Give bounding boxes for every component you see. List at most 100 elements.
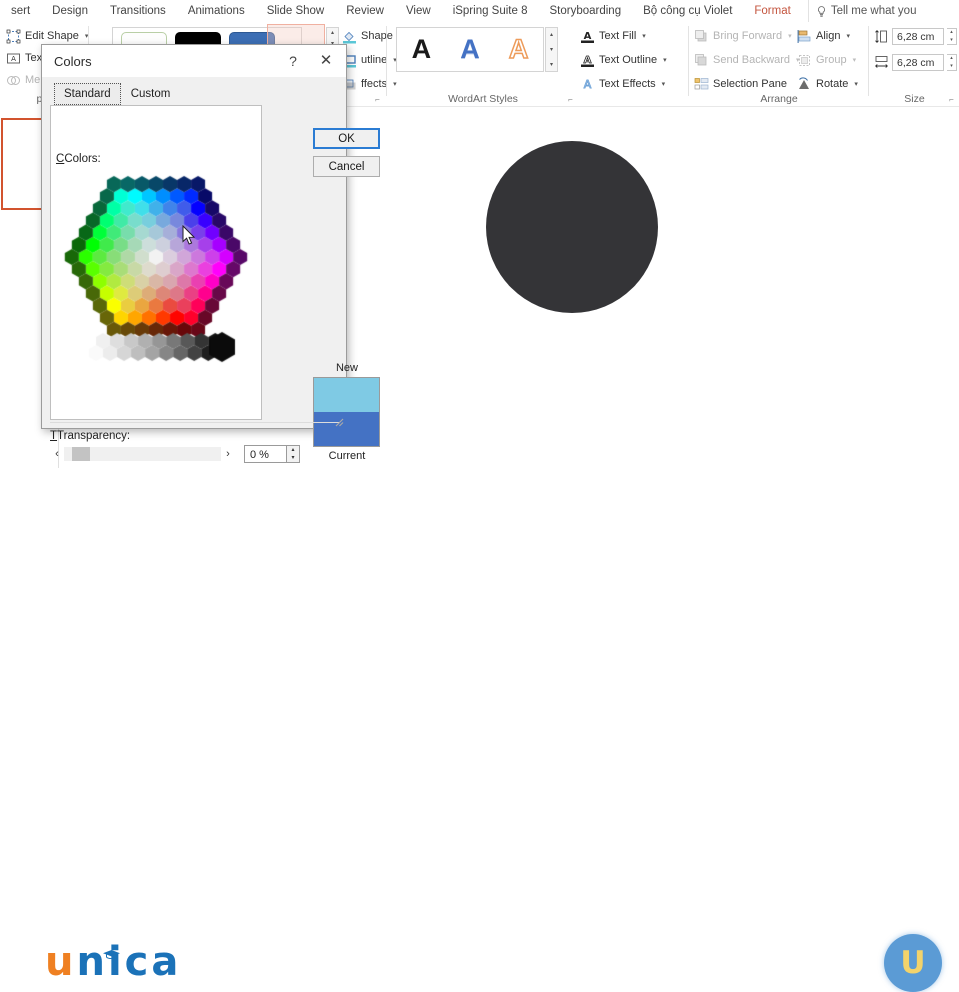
- stepper-down-icon[interactable]: ▾: [947, 37, 956, 45]
- ribbon-group-wordart-styles: A A A ▴ ▾ ▾ WordArt Styles ⌐: [388, 22, 578, 106]
- size-dialog-launcher[interactable]: ⌐: [947, 95, 956, 104]
- close-icon[interactable]: ✕: [316, 52, 336, 70]
- bring-forward-button[interactable]: Bring Forward ▾: [694, 26, 800, 46]
- rotate-button[interactable]: Rotate ▾: [797, 74, 858, 94]
- tab-transitions[interactable]: Transitions: [99, 0, 177, 22]
- wordart-gallery[interactable]: A A A: [396, 27, 544, 72]
- hexagon-canvas[interactable]: [54, 175, 259, 340]
- help-icon[interactable]: ?: [284, 52, 302, 70]
- current-color-swatch: [314, 412, 379, 446]
- merge-shapes-button[interactable]: Mer: [6, 70, 44, 90]
- color-preview: [313, 377, 380, 447]
- dialog-divider: [50, 422, 340, 423]
- tab-violet-toolkit[interactable]: Bộ công cụ Violet: [632, 0, 743, 22]
- powerpoint-window: sert Design Transitions Animations Slide…: [0, 0, 959, 528]
- tab-format[interactable]: Format: [743, 0, 801, 22]
- tab-storyboarding[interactable]: Storyboarding: [538, 0, 632, 22]
- colors-label: CColors:: [56, 153, 101, 165]
- wordart-style-option-1[interactable]: A: [412, 36, 432, 63]
- scroll-more-icon[interactable]: ▾: [546, 58, 557, 73]
- unica-logo-rest: nica: [76, 939, 181, 985]
- slider-right-arrow-icon[interactable]: ›: [221, 448, 235, 460]
- stepper-down-icon[interactable]: ▾: [947, 63, 956, 71]
- tell-me-placeholder: Tell me what you: [831, 5, 917, 17]
- selection-pane-button[interactable]: Selection Pane: [694, 74, 800, 94]
- text-effects-icon: A: [580, 77, 595, 92]
- transparency-stepper[interactable]: ▴ ▾: [286, 445, 300, 463]
- shape-width-input[interactable]: 6,28 cm: [892, 54, 944, 71]
- stepper-up-icon[interactable]: ▴: [287, 446, 299, 454]
- svg-text:A: A: [584, 55, 592, 66]
- transparency-input[interactable]: 0 %: [244, 445, 287, 463]
- shape-styles-dialog-launcher[interactable]: ⌐: [373, 95, 382, 104]
- shape-width-stepper[interactable]: ▴▾: [947, 54, 957, 71]
- align-button[interactable]: Align ▾: [797, 26, 858, 46]
- wordart-dialog-launcher[interactable]: ⌐: [566, 95, 575, 104]
- text-outline-button[interactable]: A Text Outline ▾: [580, 50, 667, 70]
- group-divider: [868, 26, 869, 96]
- cancel-button[interactable]: Cancel: [313, 156, 380, 177]
- tab-review[interactable]: Review: [335, 0, 395, 22]
- chevron-down-icon: ▾: [663, 56, 667, 64]
- slider-track[interactable]: [64, 447, 221, 461]
- unica-badge-letter: U: [900, 948, 925, 979]
- tell-me-search[interactable]: Tell me what you: [808, 0, 917, 22]
- tab-ispring-suite[interactable]: iSpring Suite 8: [442, 0, 539, 22]
- new-color-swatch: [314, 378, 379, 412]
- group-divider: [386, 26, 387, 96]
- lightbulb-icon: [817, 6, 826, 17]
- tab-animations[interactable]: Animations: [177, 0, 256, 22]
- text-fill-button[interactable]: A Text Fill ▾: [580, 26, 667, 46]
- dialog-tabs: Standard Custom: [54, 83, 180, 105]
- send-backward-icon: [694, 53, 709, 68]
- graduation-cap-icon: [103, 946, 120, 955]
- group-label: Group: [816, 54, 847, 66]
- selection-pane-label: Selection Pane: [713, 78, 787, 90]
- scroll-up-icon[interactable]: ▴: [327, 28, 338, 39]
- send-backward-button[interactable]: Send Backward ▾: [694, 50, 800, 70]
- wordart-gallery-scroll[interactable]: ▴ ▾ ▾: [545, 27, 558, 72]
- edit-shape-label: Edit Shape: [25, 30, 79, 42]
- unica-logo-u: u: [45, 939, 76, 985]
- stepper-down-icon[interactable]: ▾: [287, 454, 299, 462]
- chevron-down-icon: ▾: [662, 80, 666, 88]
- tab-design[interactable]: Design: [41, 0, 99, 22]
- text-effects-label: Text Effects: [599, 78, 656, 90]
- ok-button[interactable]: OK: [313, 128, 380, 149]
- svg-text:A: A: [11, 55, 16, 63]
- stepper-up-icon[interactable]: ▴: [947, 29, 956, 37]
- wordart-style-option-2[interactable]: A: [460, 36, 480, 63]
- shape-height-input[interactable]: 6,28 cm: [892, 28, 944, 45]
- dialog-title: Colors: [54, 54, 92, 69]
- text-outline-icon: A: [580, 53, 595, 68]
- tab-view[interactable]: View: [395, 0, 442, 22]
- slider-left-arrow-icon[interactable]: ‹: [50, 448, 64, 460]
- grayscale-canvas[interactable]: [54, 331, 259, 367]
- text-effects-button[interactable]: A Text Effects ▾: [580, 74, 667, 94]
- color-hexagon-picker[interactable]: [54, 175, 259, 340]
- shape-effects-label: ffects: [361, 78, 387, 90]
- scroll-down-icon[interactable]: ▾: [546, 43, 557, 58]
- tab-insert[interactable]: sert: [0, 0, 41, 22]
- shape-height-stepper[interactable]: ▴▾: [947, 28, 957, 45]
- transparency-label: TTransparency:: [50, 430, 130, 442]
- resize-grip-icon[interactable]: [332, 414, 344, 426]
- edit-shape-button[interactable]: Edit Shape ▾: [6, 26, 88, 46]
- group-button[interactable]: Group ▾: [797, 50, 858, 70]
- slider-thumb[interactable]: [72, 447, 90, 461]
- text-box-button[interactable]: A Text: [6, 48, 45, 68]
- grayscale-hexagon-row[interactable]: [54, 331, 259, 367]
- rotate-label: Rotate: [816, 78, 848, 90]
- circle-shape[interactable]: [486, 141, 658, 313]
- scroll-up-icon[interactable]: ▴: [546, 28, 557, 43]
- tab-slide-show[interactable]: Slide Show: [256, 0, 336, 22]
- svg-text:A: A: [584, 78, 592, 91]
- rotate-icon: [797, 77, 812, 92]
- wordart-style-option-3[interactable]: A: [509, 36, 529, 63]
- tab-standard[interactable]: Standard: [54, 83, 121, 105]
- ribbon-group-arrange: Bring Forward ▾ Send Backward ▾ Selectio…: [690, 22, 868, 106]
- text-outline-label: Text Outline: [599, 54, 657, 66]
- tab-custom[interactable]: Custom: [121, 83, 181, 105]
- transparency-slider[interactable]: ‹ ›: [50, 445, 235, 463]
- stepper-up-icon[interactable]: ▴: [947, 55, 956, 63]
